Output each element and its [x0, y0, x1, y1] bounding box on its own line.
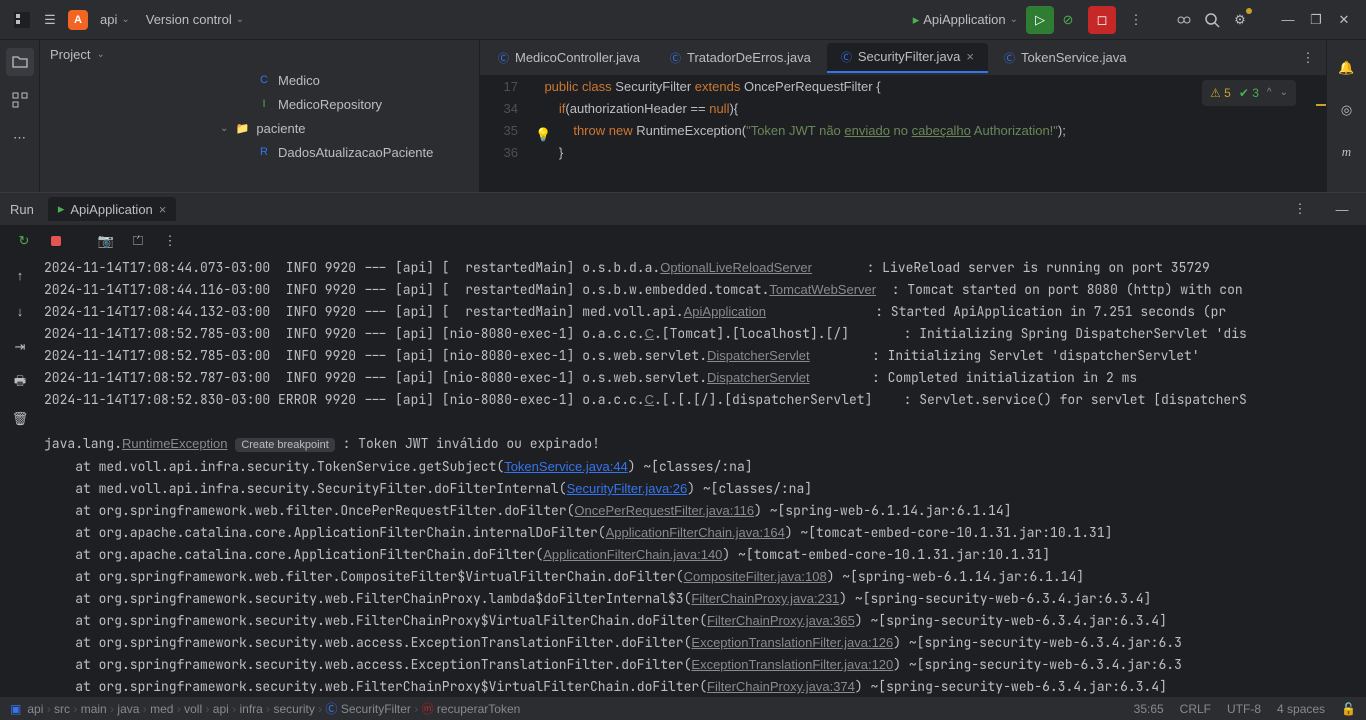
project-badge: A [68, 10, 88, 30]
run-tab[interactable]: ▸ApiApplication× [48, 197, 177, 221]
soft-wrap-icon[interactable]: ⇥ [6, 333, 34, 361]
tab-more-icon[interactable]: ⋮ [1294, 44, 1322, 72]
run-title: Run [10, 202, 34, 217]
project-tree[interactable]: CMedicoIMedicoRepository⌄📁pacienteRDados… [40, 68, 479, 196]
tree-label: MedicoRepository [278, 97, 382, 112]
tree-row[interactable]: C Medico [200, 68, 479, 92]
stop-run-icon[interactable] [42, 227, 70, 255]
module-icon: ▣ [10, 702, 21, 716]
rerun-icon[interactable]: ↻ [10, 227, 38, 255]
editor-tabs: Ⓒ MedicoController.java Ⓒ TratadorDeErros.j… [480, 40, 1326, 76]
debug-icon[interactable]: ⊘ [1054, 6, 1082, 34]
class-icon: Ⓒ [1004, 50, 1015, 66]
more-tools-icon[interactable]: ⋯ [6, 124, 34, 152]
tree-row[interactable]: R DadosAtualizacaoPaciente [200, 140, 479, 164]
main-menu-icon[interactable]: ☰ [36, 6, 64, 34]
project-tool-icon[interactable] [6, 48, 34, 76]
run-button[interactable]: ▷ [1026, 6, 1054, 34]
tree-row[interactable]: I MedicoRepository [200, 92, 479, 116]
file-type-icon: C [256, 72, 272, 88]
maximize-icon[interactable]: ❐ [1302, 6, 1330, 34]
project-panel: Project ⌄ CMedicoIMedicoRepository⌄📁paci… [40, 40, 480, 208]
maven-tool-icon[interactable]: m [1333, 138, 1361, 166]
run-side-toolbar: ↑ ↓ ⇥ 🖶 🗑 [0, 257, 40, 696]
breadcrumb-path[interactable]: api › src › main › java › med › voll › a… [27, 700, 520, 717]
titlebar: ☰ A api ⌄ Version control ⌄ ▸ ApiApplica… [0, 0, 1366, 40]
editor-tab[interactable]: Ⓒ TratadorDeErros.java [656, 44, 825, 72]
structure-tool-icon[interactable] [6, 86, 34, 114]
close-icon[interactable]: × [966, 49, 974, 64]
run-tool-window: Run ▸ApiApplication× ⋮ — ↻ 📷 ⏍ ⋮ ↑ ↓ ⇥ 🖶… [0, 192, 1366, 696]
code-with-me-icon[interactable] [1170, 6, 1198, 34]
notifications-icon[interactable]: 🔔 [1333, 54, 1361, 82]
down-stack-icon[interactable]: ↓ [6, 297, 34, 325]
editor-panel: Ⓒ MedicoController.java Ⓒ TratadorDeErros.j… [480, 40, 1326, 208]
class-icon: Ⓒ [841, 49, 852, 65]
caret-position[interactable]: 35:65 [1134, 702, 1164, 716]
tree-row[interactable]: ⌄📁paciente [200, 116, 479, 140]
project-panel-title: Project [50, 47, 90, 62]
tab-label: TratadorDeErros.java [687, 50, 811, 65]
search-icon[interactable] [1198, 6, 1226, 34]
vcs-widget[interactable]: Version control ⌄ [138, 8, 252, 31]
tree-label: Medico [278, 73, 320, 88]
tree-label: DadosAtualizacaoPaciente [278, 145, 433, 160]
file-type-icon: 📁 [234, 120, 250, 136]
left-tool-rail: ⋯ [0, 40, 40, 208]
line-separator[interactable]: CRLF [1180, 702, 1211, 716]
readonly-icon[interactable]: 🔓 [1341, 702, 1356, 716]
stop-button[interactable]: ◻ [1088, 6, 1116, 34]
up-stack-icon[interactable]: ↑ [6, 261, 34, 289]
run-panel-minimize-icon[interactable]: — [1328, 195, 1356, 223]
editor-tab[interactable]: Ⓒ TokenService.java [990, 44, 1141, 72]
code-editor[interactable]: 17343536 public class SecurityFilter ext… [480, 76, 1326, 208]
file-encoding[interactable]: UTF-8 [1227, 702, 1261, 716]
console-output[interactable]: 2024-11-14T17:08:44.073-03:00 INFO 9920 … [40, 257, 1366, 696]
tab-label: SecurityFilter.java [858, 49, 961, 64]
tab-label: MedicoController.java [515, 50, 640, 65]
intention-bulb-icon[interactable]: 💡 [535, 124, 551, 146]
right-tool-rail: 🔔 ◎ m [1326, 40, 1366, 208]
run-config-selector[interactable]: ▸ ApiApplication ⌄ [905, 8, 1026, 32]
file-type-icon: I [256, 96, 272, 112]
class-icon: Ⓒ [670, 50, 681, 66]
editor-tab[interactable]: Ⓒ MedicoController.java [484, 44, 654, 72]
chevron-down-icon[interactable]: ⌄ [96, 49, 104, 60]
tree-label: paciente [256, 121, 305, 136]
editor-tab[interactable]: Ⓒ SecurityFilter.java × [827, 43, 988, 73]
exit-icon[interactable]: ⏍ [124, 227, 152, 255]
main-logo-icon[interactable] [8, 6, 36, 34]
project-name[interactable]: api ⌄ [92, 8, 138, 31]
indent-setting[interactable]: 4 spaces [1277, 702, 1325, 716]
trash-icon[interactable]: 🗑 [6, 405, 34, 433]
screenshot-icon[interactable]: 📷 [92, 227, 120, 255]
more-actions-icon[interactable]: ⋮ [1122, 6, 1150, 34]
statusbar: ▣ api › src › main › java › med › voll ›… [0, 696, 1366, 720]
minimize-icon[interactable]: — [1274, 6, 1302, 34]
ai-assist-icon[interactable]: ◎ [1333, 96, 1361, 124]
close-icon[interactable]: × [159, 202, 167, 217]
close-icon[interactable]: ✕ [1330, 6, 1358, 34]
settings-icon[interactable]: ⚙ [1226, 6, 1254, 34]
print-icon[interactable]: 🖶 [6, 369, 34, 397]
run-more-icon[interactable]: ⋮ [156, 227, 184, 255]
run-panel-options-icon[interactable]: ⋮ [1286, 195, 1314, 223]
file-type-icon: R [256, 144, 272, 160]
class-icon: Ⓒ [498, 50, 509, 66]
inspection-indicators[interactable]: ⚠ 5 ✔ 3 ^⌄ [1202, 80, 1296, 106]
tab-label: TokenService.java [1021, 50, 1127, 65]
